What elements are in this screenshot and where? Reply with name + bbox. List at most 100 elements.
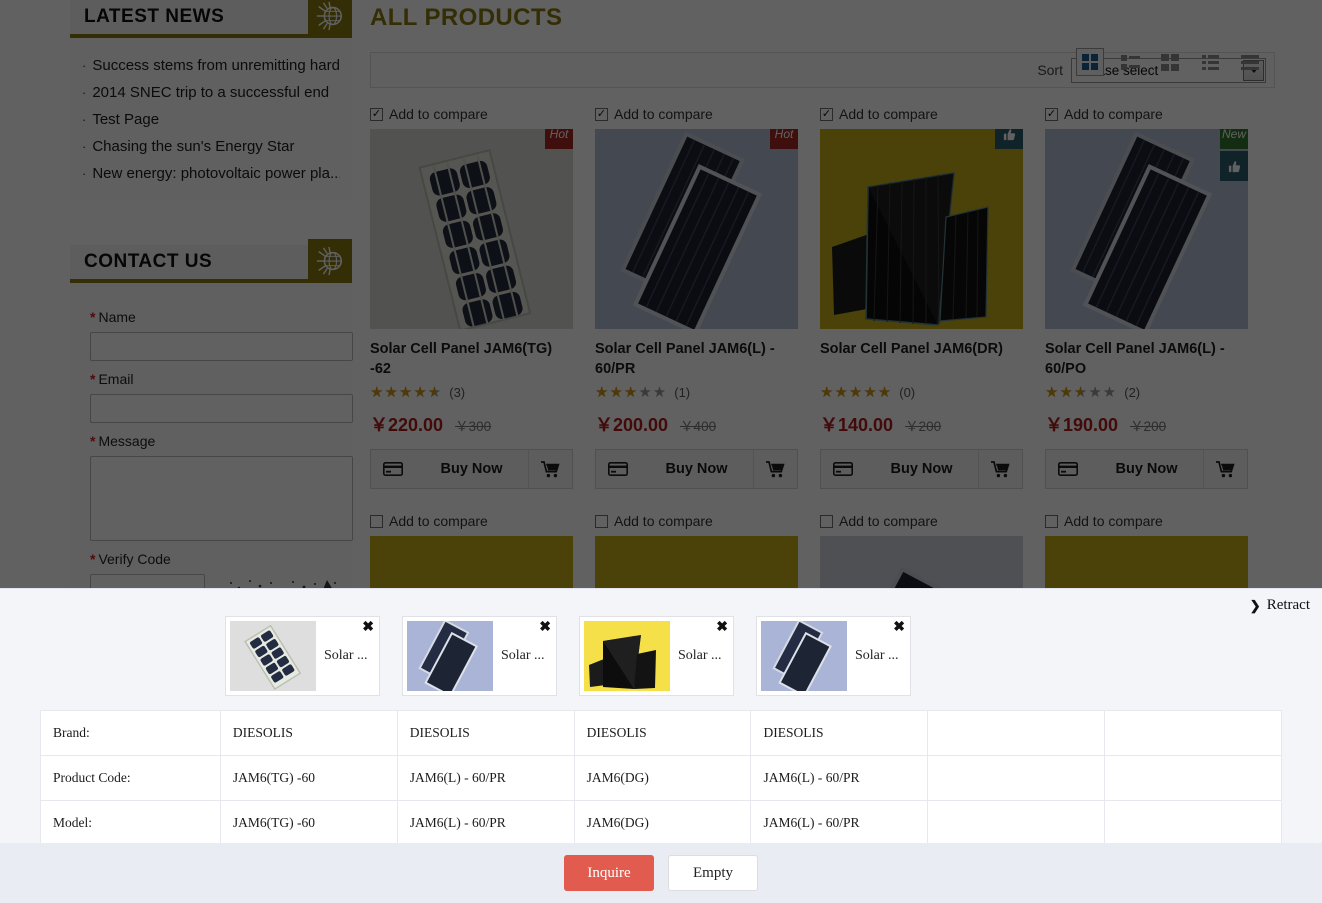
- remove-compare-item-icon[interactable]: ✖: [362, 619, 374, 633]
- compare-label: Add to compare: [1064, 513, 1163, 529]
- news-item-label: Chasing the sun's Energy Star: [92, 138, 295, 155]
- compare-checkbox[interactable]: ✓: [595, 107, 608, 121]
- product-name[interactable]: Solar Cell Panel JAM6(L) - 60/PR: [595, 339, 798, 379]
- compare-thumbnails: Solar ... ✖ Solar ... ✖ Solar ... ✖ Sola…: [0, 589, 1322, 696]
- contact-form: * Name * Email * Message * Verify Code: [70, 283, 353, 619]
- compare-item[interactable]: Solar ... ✖: [402, 616, 557, 696]
- product-image[interactable]: New: [1045, 129, 1248, 329]
- add-to-compare-row[interactable]: ✓ Add to compare: [820, 104, 1023, 124]
- remove-compare-item-icon[interactable]: ✖: [893, 619, 905, 633]
- add-to-compare-row[interactable]: ✓ Add to compare: [1045, 104, 1248, 124]
- inquire-button[interactable]: Inquire: [564, 855, 654, 891]
- product-name[interactable]: Solar Cell Panel JAM6(TG) -62: [370, 339, 573, 379]
- remove-compare-item-icon[interactable]: ✖: [716, 619, 728, 633]
- table-row-key: Brand:: [40, 710, 221, 756]
- buy-bar: Buy Now: [1045, 449, 1248, 489]
- rating-row: ★★★★★★★★★★ (1): [595, 383, 798, 401]
- table-cell: DIESOLIS: [396, 710, 575, 756]
- compare-label: Add to compare: [389, 106, 488, 122]
- table-cell: DIESOLIS: [573, 710, 752, 756]
- table-cell: JAM6(DG): [573, 755, 752, 801]
- table-cell: [927, 800, 1106, 846]
- product-card[interactable]: ✓ Add to compare: [595, 104, 798, 489]
- product-card[interactable]: ✓ Add to compare: [370, 104, 573, 489]
- compare-checkbox[interactable]: ✓: [1045, 107, 1058, 121]
- table-cell: [1104, 710, 1282, 756]
- add-to-compare-row[interactable]: ✓ Add to compare: [595, 104, 798, 124]
- rating-count: (1): [674, 384, 691, 400]
- add-to-compare-row[interactable]: Add to compare: [370, 511, 573, 531]
- view-mode-list-compact-button[interactable]: [1196, 48, 1224, 76]
- remove-compare-item-icon[interactable]: ✖: [539, 619, 551, 633]
- news-item[interactable]: · Test Page: [82, 106, 340, 133]
- retract-button[interactable]: ❯ Retract: [1250, 597, 1310, 614]
- compare-checkbox[interactable]: [1045, 514, 1058, 528]
- compare-item-title: Solar ...: [678, 648, 722, 663]
- email-input[interactable]: [90, 394, 353, 423]
- message-textarea[interactable]: [90, 456, 353, 541]
- bullet-icon: ·: [82, 166, 87, 181]
- product-image[interactable]: [820, 129, 1023, 329]
- email-label: * Email: [90, 371, 134, 387]
- table-cell: [1104, 755, 1282, 801]
- product-card[interactable]: ✓ Add to compare: [820, 104, 1023, 489]
- product-image[interactable]: Hot: [595, 129, 798, 329]
- product-card[interactable]: ✓ Add to compare: [1045, 104, 1248, 489]
- buy-now-button[interactable]: Buy Now: [640, 461, 753, 477]
- add-to-compare-row[interactable]: Add to compare: [595, 511, 798, 531]
- product-name[interactable]: Solar Cell Panel JAM6(DR): [820, 339, 1023, 379]
- news-item-label: New energy: photovoltaic power pla...: [92, 165, 340, 182]
- latest-news-list: · Success stems from unremitting hard! · 2…: [70, 38, 352, 199]
- add-to-cart-button[interactable]: [528, 450, 572, 488]
- add-to-cart-button[interactable]: [978, 450, 1022, 488]
- add-to-compare-row[interactable]: Add to compare: [820, 511, 1023, 531]
- table-cell: DIESOLIS: [219, 710, 398, 756]
- products-toolbar: Sort Please select: [370, 48, 1275, 88]
- message-label: * Message: [90, 433, 156, 449]
- bullet-icon: ·: [82, 85, 87, 100]
- news-item[interactable]: · Chasing the sun's Energy Star: [82, 133, 340, 160]
- compare-item[interactable]: Solar ... ✖: [225, 616, 380, 696]
- news-item[interactable]: · 2014 SNEC trip to a successful end: [82, 79, 340, 106]
- rating-row: ★★★★★ ★★★★★ (0): [820, 383, 1023, 401]
- add-to-cart-button[interactable]: [753, 450, 797, 488]
- compare-checkbox[interactable]: [370, 514, 383, 528]
- bullet-icon: ·: [82, 58, 87, 73]
- credit-card-icon: [596, 462, 640, 476]
- table-cell: JAM6(DG): [573, 800, 752, 846]
- view-mode-switcher: [1064, 48, 1264, 76]
- product-image[interactable]: Hot: [370, 129, 573, 329]
- news-item-label: 2014 SNEC trip to a successful end: [92, 84, 330, 101]
- empty-button[interactable]: Empty: [668, 855, 758, 891]
- compare-item[interactable]: Solar ... ✖: [756, 616, 911, 696]
- buy-bar: Buy Now: [595, 449, 798, 489]
- view-mode-list-medium-button[interactable]: [1156, 48, 1184, 76]
- name-input[interactable]: [90, 332, 353, 361]
- hot-badge: Hot: [545, 129, 573, 149]
- buy-now-button[interactable]: Buy Now: [415, 461, 528, 477]
- bullet-icon: ·: [82, 139, 87, 154]
- compare-checkbox[interactable]: [595, 514, 608, 528]
- add-to-compare-row[interactable]: ✓ Add to compare: [370, 104, 573, 124]
- add-to-compare-row[interactable]: Add to compare: [1045, 511, 1248, 531]
- view-mode-rows-button[interactable]: [1236, 48, 1264, 76]
- compare-checkbox[interactable]: [820, 514, 833, 528]
- view-mode-list-small-button[interactable]: [1116, 48, 1144, 76]
- current-price: ￥140.00: [820, 415, 894, 435]
- compare-checkbox[interactable]: ✓: [370, 107, 383, 121]
- table-cell: JAM6(L) - 60/PR: [750, 755, 929, 801]
- table-cell: [1104, 800, 1282, 846]
- page-title: ALL PRODUCTS: [370, 4, 563, 31]
- compare-label: Add to compare: [389, 513, 488, 529]
- contact-us-header: CONTACT US: [70, 239, 352, 283]
- compare-item[interactable]: Solar ... ✖: [579, 616, 734, 696]
- buy-now-button[interactable]: Buy Now: [865, 461, 978, 477]
- buy-now-button[interactable]: Buy Now: [1090, 461, 1203, 477]
- product-name[interactable]: Solar Cell Panel JAM6(L) - 60/PO: [1045, 339, 1248, 379]
- table-row-key: Product Code:: [40, 755, 221, 801]
- news-item[interactable]: · Success stems from unremitting hard!: [82, 52, 340, 79]
- add-to-cart-button[interactable]: [1203, 450, 1247, 488]
- news-item[interactable]: · New energy: photovoltaic power pla...: [82, 160, 340, 187]
- compare-checkbox[interactable]: ✓: [820, 107, 833, 121]
- view-mode-grid-button[interactable]: [1076, 48, 1104, 76]
